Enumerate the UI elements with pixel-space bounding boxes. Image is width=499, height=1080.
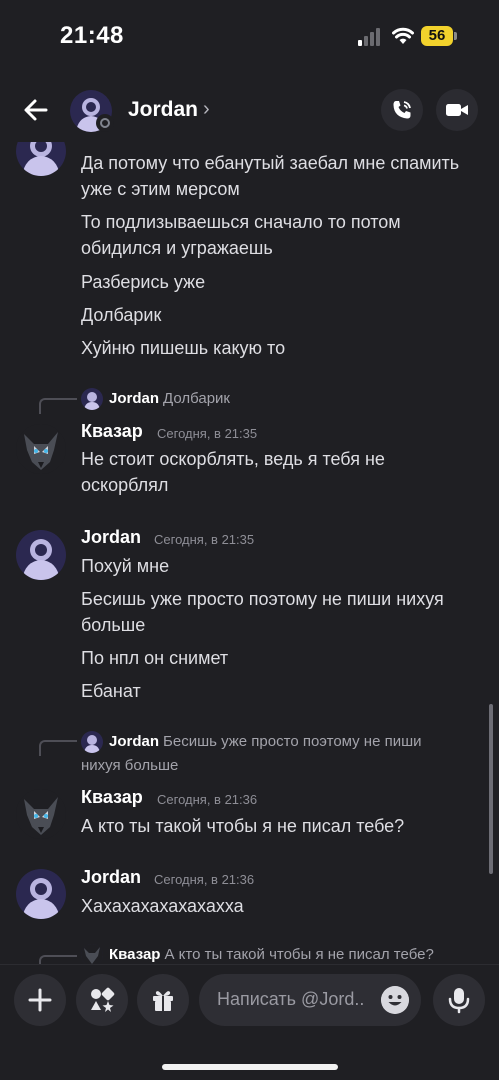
message-text: Хуйню пишешь какую то (81, 338, 286, 358)
message-timestamp: Сегодня, в 21:35 (157, 426, 258, 441)
battery-level: 56 (421, 26, 453, 46)
avatar[interactable] (16, 869, 66, 919)
avatar[interactable] (16, 530, 66, 580)
status-bar: 21:48 56 (0, 0, 499, 74)
message-author[interactable]: Квазар (81, 787, 143, 808)
back-arrow-icon[interactable] (20, 94, 52, 126)
message-text: А кто ты такой чтобы я не писал тебе? (81, 816, 405, 836)
avatar (81, 388, 103, 411)
reply-preview[interactable]: Квазар А кто ты такой чтобы я не писал те… (81, 944, 434, 964)
message-text: Разберись уже (81, 272, 206, 292)
avatar[interactable] (16, 789, 66, 839)
wifi-icon (392, 27, 414, 44)
reply-author: Jordan (109, 733, 160, 750)
reply-text: Бесишь уже просто поэтому не пиши (163, 733, 422, 750)
message-text: оскорблял (81, 475, 169, 495)
offline-status-icon (96, 114, 114, 132)
voice-message-button[interactable] (433, 974, 485, 1026)
message-author[interactable]: Jordan (81, 527, 141, 548)
message-text: Ебанат (81, 681, 141, 701)
video-camera-icon (446, 104, 468, 116)
message-text: То подлизываешься сначало то потом (81, 212, 401, 232)
gift-icon (153, 991, 173, 1011)
cellular-signal-icon (358, 28, 380, 46)
message-text: Бесишь уже просто поэтому не пиши нихуя (81, 589, 444, 609)
message-text: Да потому что ебанутый заебал мне спамит… (81, 153, 460, 173)
reply-connector (39, 740, 77, 756)
avatar (81, 731, 103, 754)
status-time: 21:48 (60, 22, 124, 49)
reply-preview[interactable]: Jordan Бесишь уже просто поэтому не пиши (81, 731, 422, 754)
message-input-placeholder: Написать @Jord.. (217, 989, 365, 1009)
add-attachment-button[interactable] (14, 974, 66, 1026)
gift-button[interactable] (137, 974, 189, 1026)
reply-connector (39, 955, 77, 964)
reply-connector (39, 398, 77, 414)
chat-header: Jordan › (0, 80, 499, 142)
message-author[interactable]: Jordan (81, 867, 141, 888)
reply-text: Долбарик (163, 390, 230, 407)
video-call-button[interactable] (436, 89, 478, 131)
voice-call-button[interactable] (381, 89, 423, 131)
message-author[interactable]: Квазар (81, 421, 143, 442)
battery-icon: 56 (421, 26, 457, 46)
contact-name[interactable]: Jordan (128, 98, 198, 122)
microphone-icon (448, 988, 470, 1014)
apps-button[interactable] (76, 974, 128, 1026)
message-timestamp: Сегодня, в 21:36 (157, 792, 258, 807)
message-text: Долбарик (81, 305, 162, 325)
avatar (81, 944, 103, 964)
scrollbar[interactable] (489, 704, 493, 874)
reply-text: нихуя больше (81, 757, 179, 774)
reply-author: Jordan (109, 390, 160, 407)
emoji-icon[interactable] (381, 986, 409, 1014)
message-text: больше (81, 615, 146, 635)
phone-icon (393, 101, 411, 119)
avatar[interactable] (16, 424, 66, 474)
home-indicator[interactable] (162, 1064, 338, 1070)
message-text: Не стоит оскорблять, ведь я тебя не (81, 449, 385, 469)
reply-preview[interactable]: Jordan Долбарик (81, 388, 230, 411)
plus-icon (28, 988, 52, 1012)
message-text: Хахахахахахахахха (81, 896, 244, 916)
message-list[interactable]: Да потому что ебанутый заебал мне спамит… (0, 142, 499, 964)
apps-icon (91, 987, 115, 1012)
message-text: По нпл он снимет (81, 648, 229, 668)
message-composer: Написать @Jord.. (0, 964, 499, 1040)
message-text: уже с этим мерсом (81, 179, 240, 199)
chevron-right-icon[interactable]: › (203, 98, 210, 121)
message-timestamp: Сегодня, в 21:35 (154, 532, 255, 547)
reply-text: А кто ты такой чтобы я не писал тебе? (164, 946, 434, 963)
message-text: обидился и угражаешь (81, 238, 273, 258)
message-input[interactable]: Написать @Jord.. (199, 974, 421, 1026)
message-text: Похуй мне (81, 556, 170, 576)
avatar[interactable] (16, 142, 66, 176)
message-timestamp: Сегодня, в 21:36 (154, 872, 255, 887)
reply-author: Квазар (109, 946, 161, 963)
